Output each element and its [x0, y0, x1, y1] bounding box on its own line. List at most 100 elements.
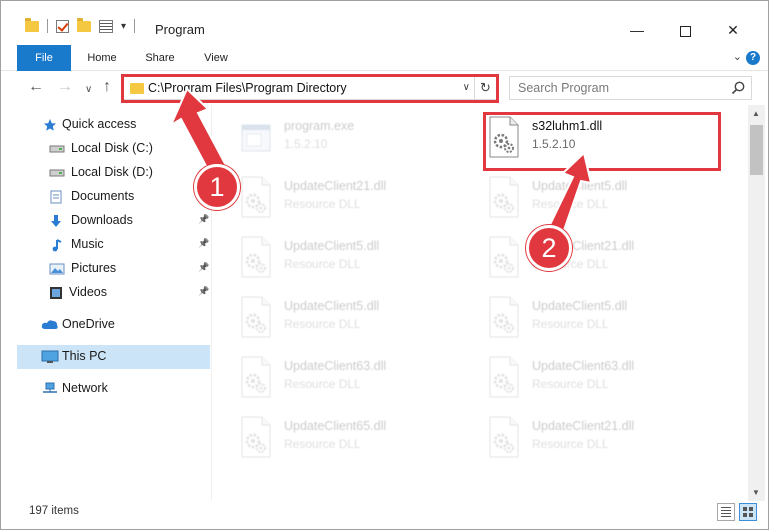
tab-file[interactable]: File — [17, 45, 71, 71]
address-path[interactable]: C:\Program Files\Program Directory — [148, 81, 347, 95]
expand-ribbon-chevron-icon[interactable]: ⌄ — [733, 50, 742, 63]
file-list: program.exe 1.5.2.10 s32luhm1.dll 1.5.2.10 U… — [212, 105, 747, 501]
status-bar: 197 items — [1, 501, 768, 523]
sidebar-item-quick-access[interactable]: Quick access — [17, 113, 210, 137]
sidebar-item-onedrive[interactable]: OneDrive — [17, 313, 210, 337]
sidebar-item-local-disk-d[interactable]: Local Disk (D:)📌 — [17, 161, 210, 185]
file-name: UpdateClient5.dll — [532, 299, 628, 313]
file-name: UpdateClient5.dll — [532, 179, 628, 193]
pin-icon[interactable]: 📌 — [198, 238, 209, 249]
properties-check-icon[interactable] — [56, 19, 69, 33]
sidebar-item-downloads[interactable]: Downloads 📌 — [17, 209, 210, 233]
scroll-down-icon[interactable]: ▼ — [752, 488, 760, 497]
file-name: UpdateClient5.dll — [284, 299, 380, 313]
large-icons-view-icon[interactable] — [739, 503, 757, 521]
file-name: s32luhm1.dll — [532, 119, 603, 133]
maximize-button[interactable] — [662, 15, 708, 45]
sidebar-item-label: This PC — [62, 349, 107, 363]
recent-locations-chevron-icon[interactable]: ∨ — [85, 81, 92, 99]
dll-gear-file-icon — [486, 175, 522, 219]
file-item[interactable]: UpdateClient63.dll Resource DLL — [212, 349, 452, 405]
back-arrow-icon[interactable]: ← — [28, 78, 44, 96]
address-dropdown-chevron-icon[interactable]: ∨ — [463, 82, 470, 93]
new-folder-icon[interactable] — [77, 17, 91, 32]
search-icon[interactable] — [730, 80, 746, 96]
ribbon-tabs: File Home Share View ⌄ ? — [1, 45, 768, 71]
executable-file-icon — [238, 115, 274, 159]
sidebar-item-label: Local Disk (C:) — [71, 141, 153, 155]
sidebar-item-label: Local Disk (D:) — [71, 165, 153, 179]
vertical-scrollbar[interactable]: ▲ ▼ — [748, 105, 765, 501]
music-note-icon — [49, 238, 63, 252]
file-item[interactable]: UpdateClient5.dll Resource DLL — [212, 229, 452, 285]
forward-arrow-icon[interactable]: → — [57, 78, 73, 96]
toolbar-divider — [134, 19, 136, 33]
file-name: UpdateClient5.dll — [284, 239, 380, 253]
up-arrow-icon[interactable]: ↑ — [103, 78, 111, 96]
sidebar-item-music[interactable]: Music 📌 — [17, 233, 210, 257]
file-item[interactable]: UpdateClient5.dll Resource DLL — [460, 289, 700, 345]
file-item[interactable]: UpdateClient5.dll Resource DLL — [212, 289, 452, 345]
pin-icon[interactable]: 📌 — [198, 286, 209, 297]
sidebar-item-pictures[interactable]: Pictures 📌 — [17, 257, 210, 281]
close-button[interactable]: ✕ — [710, 15, 756, 45]
step-1-callout: 1 — [194, 164, 240, 210]
title-bar: ▾ Program — ✕ — [1, 1, 768, 41]
sidebar-item-documents[interactable]: Documents📌 — [17, 185, 210, 209]
cloud-icon — [41, 318, 58, 330]
file-name: UpdateClient63.dll — [532, 359, 635, 373]
pictures-icon — [49, 262, 65, 275]
sidebar-item-network[interactable]: Network — [17, 377, 210, 401]
file-name: UpdateClient65.dll — [284, 419, 387, 433]
pin-icon[interactable]: 📌 — [198, 262, 209, 273]
scrollbar-thumb[interactable] — [750, 125, 763, 175]
maximize-icon — [679, 25, 691, 37]
network-icon — [41, 382, 57, 394]
help-icon[interactable]: ? — [746, 51, 760, 65]
file-item[interactable]: program.exe 1.5.2.10 — [212, 109, 452, 165]
sidebar-item-local-disk-c[interactable]: Local Disk (C:) 📌 — [17, 137, 210, 161]
dll-gear-file-icon — [486, 295, 522, 339]
file-item[interactable]: UpdateClient21.dll Resource DLL — [212, 169, 452, 225]
address-bar[interactable]: C:\Program Files\Program Directory ∨ ↻ — [123, 76, 497, 100]
dll-gear-file-icon — [486, 115, 522, 159]
download-arrow-icon — [49, 214, 63, 227]
file-detail: Resource DLL — [284, 377, 361, 391]
pin-icon[interactable]: 📌 — [198, 142, 209, 153]
navigation-pane: Quick access Local Disk (C:) 📌 Local Disk (… — [17, 109, 210, 501]
file-item[interactable]: UpdateClient21.dll Resource DLL — [460, 409, 700, 465]
documents-icon — [49, 190, 63, 204]
tab-share[interactable]: Share — [137, 45, 183, 71]
toolbar-divider — [47, 19, 48, 33]
folder-icon — [130, 83, 144, 94]
file-detail: Resource DLL — [532, 437, 609, 451]
search-input[interactable] — [509, 76, 752, 100]
minimize-icon: — — [630, 22, 644, 38]
file-detail: Resource DLL — [284, 257, 361, 271]
details-view-icon[interactable] — [717, 503, 735, 521]
file-name: UpdateClient63.dll — [284, 359, 387, 373]
tab-home[interactable]: Home — [79, 45, 125, 71]
file-item[interactable]: UpdateClient63.dll Resource DLL — [460, 349, 700, 405]
sidebar-item-label: Quick access — [62, 117, 137, 131]
dll-gear-file-icon — [238, 295, 274, 339]
customize-toolbar-dropdown-icon[interactable]: ▾ — [121, 21, 126, 32]
sidebar-item-this-pc[interactable]: This PC — [17, 345, 210, 369]
quick-access-toolbar: ▾ — [25, 17, 136, 33]
file-name: UpdateClient21.dll — [532, 419, 635, 433]
file-name: UpdateClient21.dll — [284, 179, 387, 193]
dll-gear-file-icon — [238, 235, 274, 279]
minimize-button[interactable]: — — [614, 15, 660, 45]
navigation-bar: ← → ∨ ↑ C:\Program Files\Program Directo… — [1, 71, 768, 105]
refresh-icon[interactable]: ↻ — [474, 77, 496, 99]
properties-list-icon[interactable] — [99, 19, 113, 33]
scroll-up-icon[interactable]: ▲ — [752, 109, 760, 118]
file-item[interactable]: UpdateClient21.dll Resource DLL — [460, 229, 700, 285]
sidebar-item-label: Videos — [69, 285, 107, 299]
pin-icon[interactable]: 📌 — [198, 214, 209, 225]
sidebar-item-videos[interactable]: Videos 📌 — [17, 281, 210, 305]
tab-view[interactable]: View — [195, 45, 237, 71]
file-item[interactable]: UpdateClient5.dll Resource DLL — [460, 169, 700, 225]
file-item[interactable]: s32luhm1.dll 1.5.2.10 — [460, 109, 700, 165]
file-item[interactable]: UpdateClient65.dll Resource DLL — [212, 409, 452, 465]
